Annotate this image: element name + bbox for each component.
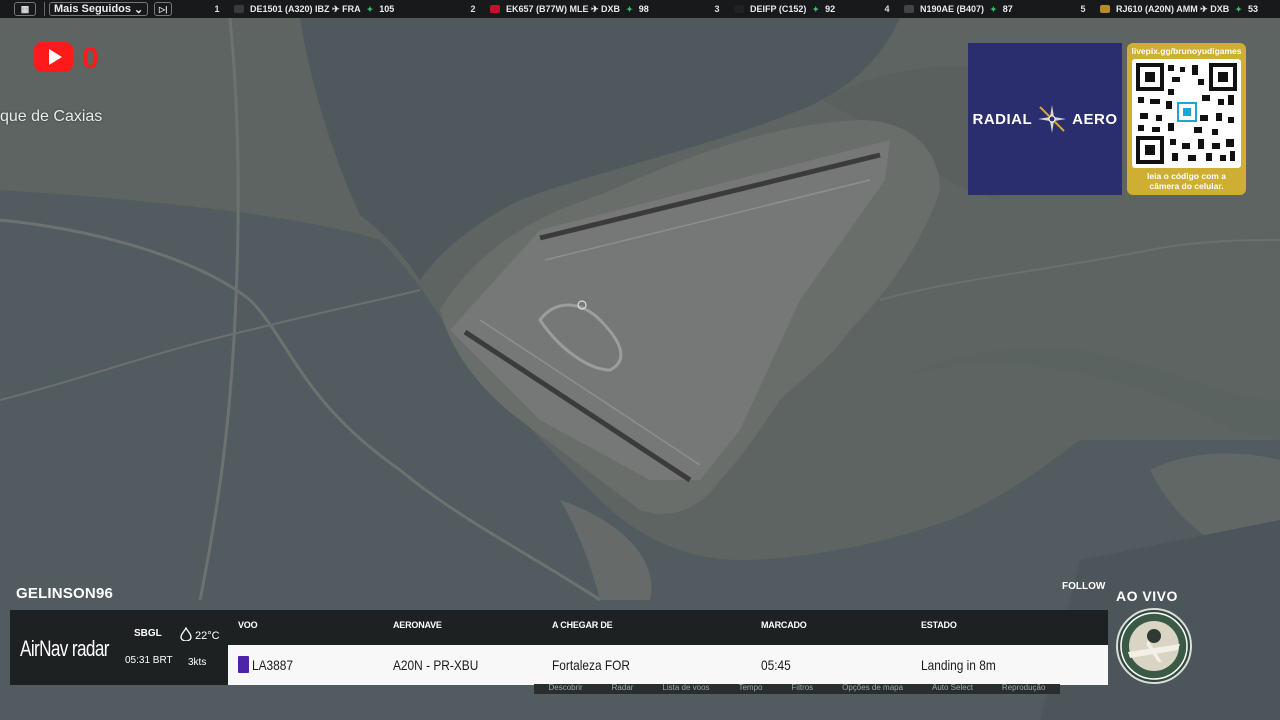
- skip-icon[interactable]: ▷|: [154, 2, 173, 16]
- airline-logo-icon: [734, 5, 744, 13]
- nav-discover[interactable]: Descobrir: [548, 684, 582, 694]
- weather-temp: 22°C: [180, 626, 220, 644]
- origin-airport: Fortaleza FOR: [552, 657, 631, 673]
- weather-time: 05:31 BRT: [125, 655, 173, 666]
- sponsor-right-word: AERO: [1072, 110, 1118, 128]
- nav-playback[interactable]: Reprodução: [1002, 684, 1046, 694]
- nav-filters[interactable]: Filtros: [791, 684, 813, 694]
- weather-airport: SBGL: [134, 628, 162, 639]
- following-dropdown[interactable]: Mais Seguidos ⌄: [49, 2, 149, 16]
- ticker-rank: 3: [714, 4, 720, 14]
- temperature-icon: [180, 626, 192, 644]
- weather-temp-value: 22°C: [195, 629, 220, 642]
- top-bar: ▦ Mais Seguidos ⌄ ▷| 1 DE1501 (A320) IBZ…: [0, 0, 1280, 18]
- qr-url: livepix.gg/brunoyudigames: [1131, 46, 1242, 56]
- ticker-item[interactable]: 2 EK657 (B77W) MLE ✈ DXB ✦ 98: [462, 0, 649, 18]
- col-header-status: ESTADO: [921, 620, 957, 630]
- airline-logo-icon: [234, 5, 244, 13]
- qr-caption: leia o código com a câmera do celular.: [1127, 171, 1246, 191]
- youtube-subscriber-count: 0: [82, 42, 99, 75]
- nav-auto-select[interactable]: Auto Select: [932, 684, 973, 694]
- ticker-count: 53: [1247, 4, 1258, 14]
- nav-flight-list[interactable]: Lista de voos: [662, 684, 709, 694]
- airline-logo-icon: [1100, 5, 1110, 13]
- airline-logo-icon: [904, 5, 914, 13]
- sponsor-radial-aero: RADIAL AERO: [968, 43, 1122, 195]
- qr-caption-line: câmera do celular.: [1149, 181, 1224, 191]
- bottom-nav: Descobrir Radar Lista de voos Tempo Filt…: [534, 684, 1060, 694]
- live-label: AO VIVO: [1116, 588, 1178, 604]
- col-header-aircraft: AERONAVE: [393, 620, 442, 630]
- viewers-icon: ✦: [990, 4, 997, 14]
- col-header-flight: VOO: [238, 620, 258, 630]
- qr-caption-line: leia o código com a: [1147, 171, 1226, 181]
- top-flights-ticker: 1 DE1501 (A320) IBZ ✈ FRA ✦ 105 2 EK657 …: [200, 0, 1280, 18]
- ticker-text: N190AE (B407): [920, 4, 985, 14]
- viewers-icon: ✦: [1235, 4, 1242, 14]
- donation-qr-panel: livepix.gg/brunoyudigames leia o código …: [1127, 43, 1246, 195]
- viewers-icon: ✦: [626, 4, 633, 14]
- ticker-rank: 4: [884, 4, 890, 14]
- compass-icon: [1036, 103, 1068, 135]
- following-label: Mais Seguidos: [54, 3, 132, 15]
- divider: [44, 2, 45, 16]
- chevron-down-icon: ⌄: [134, 3, 144, 16]
- ticker-rank: 5: [1080, 4, 1086, 14]
- ticker-rank: 2: [470, 4, 476, 14]
- nav-weather[interactable]: Tempo: [738, 684, 762, 694]
- ticker-count: 105: [379, 4, 395, 14]
- weather-wind: 3kts: [188, 657, 207, 668]
- tracked-username: GELINSON96: [16, 585, 114, 602]
- qr-code-icon: [1132, 59, 1241, 168]
- ticker-text: DEIFP (C152): [750, 4, 807, 14]
- ticker-item[interactable]: 5 RJ610 (A20N) AMM ✈ DXB ✦ 53: [1072, 0, 1258, 18]
- scheduled-time: 05:45: [761, 657, 791, 673]
- grid-icon[interactable]: ▦: [14, 2, 36, 16]
- map-city-label: que de Caxias: [0, 108, 103, 125]
- follow-button[interactable]: FOLLOW: [1062, 581, 1105, 592]
- col-header-scheduled: MARCADO: [761, 620, 807, 630]
- viewers-icon: ✦: [366, 4, 374, 14]
- aircraft-type: A20N - PR-XBU: [393, 657, 479, 673]
- brand-logo: AirNav radar: [20, 636, 109, 661]
- flight-number: LA3887: [252, 657, 294, 673]
- youtube-icon: [34, 42, 73, 72]
- ticker-item[interactable]: 1 DE1501 (A320) IBZ ✈ FRA ✦ 105: [206, 0, 394, 18]
- airline-logo-icon: [490, 5, 500, 13]
- nav-radar[interactable]: Radar: [612, 684, 634, 694]
- airline-logo-icon: [238, 656, 249, 673]
- flight-status: Landing in 8m: [921, 657, 996, 673]
- ticker-text: EK657 (B77W) MLE ✈ DXB: [506, 3, 621, 14]
- col-header-from: A CHEGAR DE: [552, 620, 613, 630]
- nav-map-options[interactable]: Opções de mapa: [842, 684, 903, 694]
- ticker-count: 98: [638, 4, 649, 14]
- channel-badge-icon: [1116, 608, 1192, 684]
- ticker-text: RJ610 (A20N) AMM ✈ DXB: [1116, 3, 1230, 14]
- ticker-text: DE1501 (A320) IBZ ✈ FRA: [250, 3, 361, 14]
- sponsor-left-word: RADIAL: [972, 110, 1033, 128]
- ticker-count: 87: [1002, 4, 1013, 14]
- ticker-rank: 1: [214, 4, 220, 14]
- ticker-item[interactable]: 3 DEIFP (C152) ✦ 92: [706, 0, 835, 18]
- ticker-count: 92: [825, 4, 836, 14]
- viewers-icon: ✦: [812, 4, 820, 14]
- ticker-item[interactable]: 4 N190AE (B407) ✦ 87: [876, 0, 1013, 18]
